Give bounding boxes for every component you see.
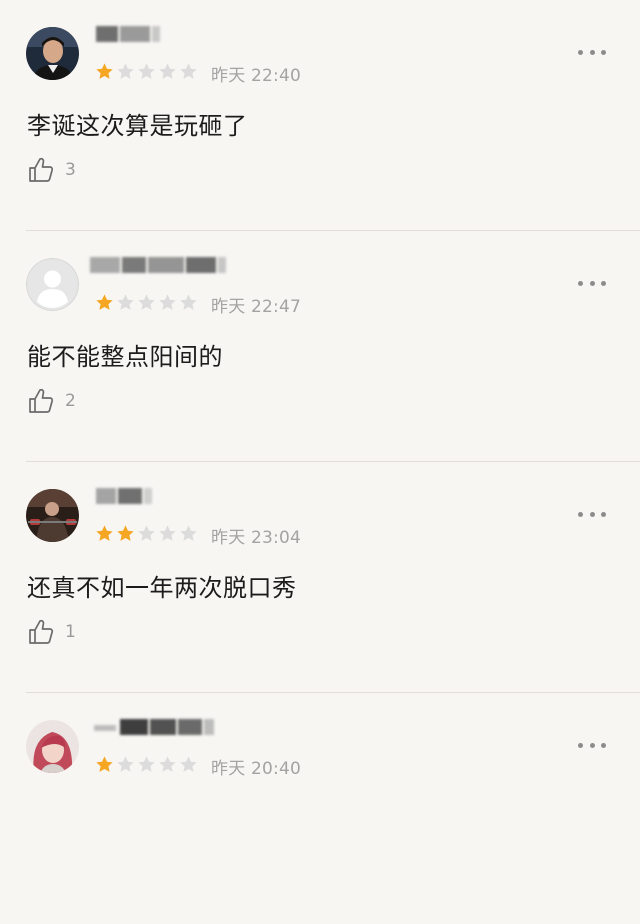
more-dot — [589, 280, 595, 286]
review-content: 李诞这次算是玩砸了 — [27, 112, 248, 140]
star-empty-icon — [180, 756, 197, 772]
more-options-button[interactable] — [578, 504, 606, 524]
star-empty-icon — [180, 63, 197, 79]
review-time: 昨天 22:40 — [211, 66, 301, 86]
avatar-photo-icon — [26, 720, 79, 773]
avatar[interactable] — [26, 258, 79, 311]
avatar-photo-icon — [26, 489, 79, 542]
review-item: 昨天 22:40 李诞这次算是玩砸了 3 — [0, 0, 640, 231]
avatar[interactable] — [26, 27, 79, 80]
more-dot — [601, 280, 606, 286]
star-empty-icon — [117, 63, 134, 79]
star-filled-icon — [117, 525, 134, 541]
review-item: 昨天 20:40 — [0, 693, 640, 924]
more-options-button[interactable] — [578, 42, 606, 62]
like-button[interactable]: 3 — [27, 154, 76, 186]
star-empty-icon — [138, 63, 155, 79]
avatar[interactable] — [26, 720, 79, 773]
star-empty-icon — [159, 63, 176, 79]
star-empty-icon — [138, 294, 155, 310]
thumbs-up-icon — [29, 388, 54, 413]
more-dot — [578, 49, 583, 55]
star-filled-icon — [96, 294, 113, 310]
more-options-button[interactable] — [578, 735, 606, 755]
more-dot — [578, 280, 583, 286]
thumbs-up-icon — [29, 157, 54, 182]
review-time: 昨天 20:40 — [211, 759, 301, 779]
more-dot — [601, 511, 606, 517]
star-filled-icon — [96, 63, 113, 79]
review-content: 还真不如一年两次脱口秀 — [27, 574, 297, 602]
username-blurred — [96, 22, 226, 48]
username-blurred — [94, 715, 226, 741]
more-options-button[interactable] — [578, 273, 606, 293]
star-rating — [95, 755, 198, 775]
star-empty-icon — [117, 294, 134, 310]
star-empty-icon — [180, 294, 197, 310]
more-dot — [589, 49, 595, 55]
review-item: 昨天 23:04 还真不如一年两次脱口秀 1 — [0, 462, 640, 693]
more-dot — [589, 742, 595, 748]
more-dot — [589, 511, 595, 517]
more-dot — [578, 511, 583, 517]
star-empty-icon — [138, 525, 155, 541]
star-empty-icon — [138, 756, 155, 772]
thumbs-up-icon — [29, 619, 54, 644]
star-rating — [95, 524, 198, 544]
star-empty-icon — [159, 294, 176, 310]
star-empty-icon — [159, 756, 176, 772]
avatar[interactable] — [26, 489, 79, 542]
star-filled-icon — [96, 756, 113, 772]
default-avatar-icon — [26, 258, 79, 311]
username-blurred — [96, 484, 226, 510]
review-item: 昨天 22:47 能不能整点阳间的 2 — [0, 231, 640, 462]
star-filled-icon — [96, 525, 113, 541]
review-time: 昨天 23:04 — [211, 528, 301, 548]
star-empty-icon — [159, 525, 176, 541]
like-count: 3 — [65, 160, 76, 180]
more-dot — [601, 49, 606, 55]
review-content: 能不能整点阳间的 — [27, 343, 223, 371]
like-button[interactable]: 2 — [27, 385, 76, 417]
username-blurred — [90, 253, 226, 279]
avatar-photo-icon — [26, 27, 79, 80]
star-rating — [95, 62, 198, 82]
star-empty-icon — [117, 756, 134, 772]
more-dot — [578, 742, 583, 748]
like-count: 1 — [65, 622, 76, 642]
star-rating — [95, 293, 198, 313]
more-dot — [601, 742, 606, 748]
star-empty-icon — [180, 525, 197, 541]
review-time: 昨天 22:47 — [211, 297, 301, 317]
like-count: 2 — [65, 391, 76, 411]
like-button[interactable]: 1 — [27, 616, 76, 648]
